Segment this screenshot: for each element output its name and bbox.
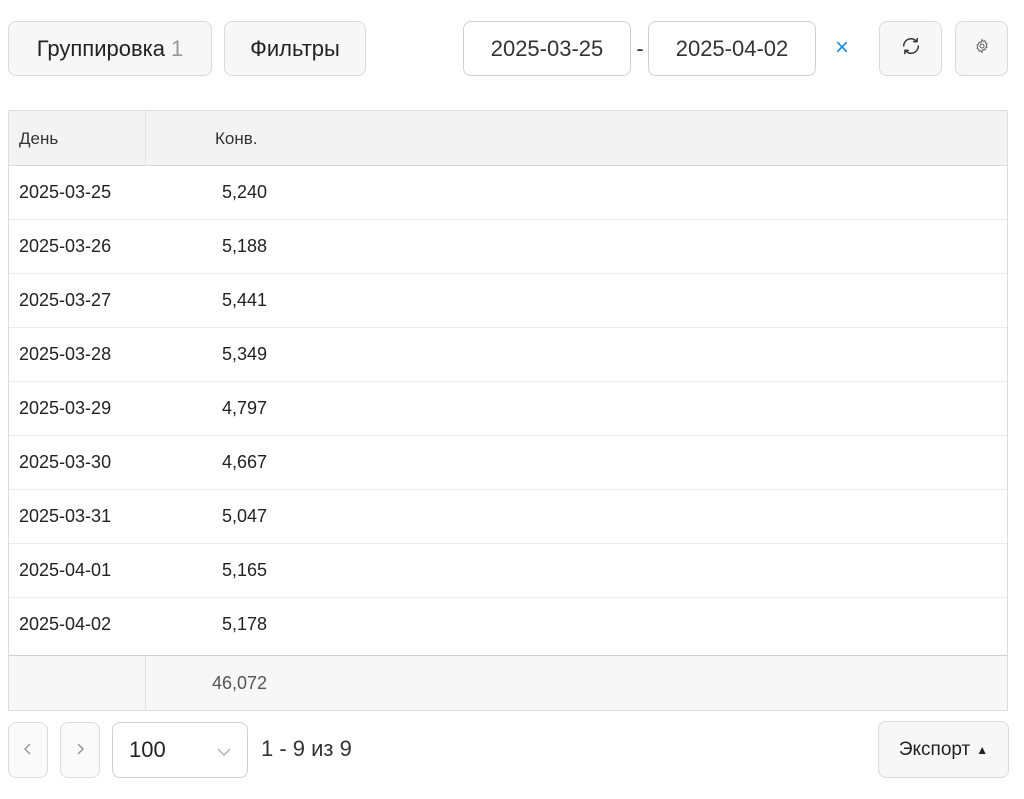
cell-day: 2025-03-31 (19, 506, 112, 526)
chevron-right-icon (75, 740, 85, 761)
cell-conversions: 5,188 (221, 236, 267, 256)
table-header: День Конв. (9, 111, 1007, 166)
export-label: Экспорт (898, 738, 971, 760)
header-divider (145, 111, 146, 166)
cell-day: 2025-03-28 (19, 344, 112, 364)
gear-icon (974, 38, 990, 59)
chevron-down-icon (215, 741, 233, 767)
cell-conversions: 5,441 (221, 290, 267, 310)
table-row: 2025-03-26 5,188 (9, 220, 1007, 274)
table-footer-totals: 46,072 (9, 655, 1007, 711)
export-button[interactable]: Экспорт ▲ (878, 721, 1009, 778)
table-row: 2025-03-25 5,240 (9, 166, 1007, 220)
grouping-button[interactable]: Группировка 1 (8, 21, 212, 76)
clear-dates-button[interactable]: × (829, 34, 855, 62)
date-separator: - (636, 36, 644, 61)
cell-conversions: 4,667 (221, 452, 267, 472)
table-row: 2025-03-28 5,349 (9, 328, 1007, 382)
column-header-conversions[interactable]: Конв. (215, 129, 258, 149)
date-from-input[interactable]: 2025-03-25 (463, 21, 631, 76)
chevron-left-icon (23, 740, 33, 761)
cell-day: 2025-03-29 (19, 398, 112, 418)
cell-conversions: 5,178 (221, 614, 267, 634)
page-size-value: 100 (129, 737, 166, 762)
total-conversions: 46,072 (211, 673, 267, 693)
cell-day: 2025-03-26 (19, 236, 112, 256)
settings-button[interactable] (955, 21, 1008, 76)
footer-divider (145, 656, 146, 711)
data-table: День Конв. 2025-03-25 5,240 2025-03-26 5… (8, 110, 1008, 711)
refresh-button[interactable] (879, 21, 942, 76)
table-row: 2025-03-29 4,797 (9, 382, 1007, 436)
table-row: 2025-03-31 5,047 (9, 490, 1007, 544)
table-row: 2025-03-27 5,441 (9, 274, 1007, 328)
cell-conversions: 5,047 (221, 506, 267, 526)
caret-up-icon: ▲ (976, 742, 989, 757)
cell-conversions: 4,797 (221, 398, 267, 418)
cell-day: 2025-03-25 (19, 182, 112, 202)
cell-day: 2025-04-01 (19, 560, 112, 580)
filters-button[interactable]: Фильтры (224, 21, 366, 76)
cell-day: 2025-04-02 (19, 614, 112, 634)
table-row: 2025-03-30 4,667 (9, 436, 1007, 490)
cell-conversions: 5,240 (221, 182, 267, 202)
refresh-icon (900, 35, 922, 62)
filters-label: Фильтры (250, 35, 340, 61)
table-row: 2025-04-01 5,165 (9, 544, 1007, 598)
cell-day: 2025-03-27 (19, 290, 112, 310)
table-row: 2025-04-02 5,178 (9, 598, 1007, 652)
next-page-button[interactable] (60, 722, 100, 778)
grouping-label: Группировка (36, 35, 166, 61)
grouping-count: 1 (171, 35, 184, 61)
page-size-select[interactable]: 100 (112, 722, 248, 778)
date-to-input[interactable]: 2025-04-02 (648, 21, 816, 76)
column-header-day[interactable]: День (19, 129, 58, 149)
pagination-range: 1 - 9 из 9 (261, 736, 352, 761)
previous-page-button[interactable] (8, 722, 48, 778)
cell-conversions: 5,165 (221, 560, 267, 580)
cell-conversions: 5,349 (221, 344, 267, 364)
cell-day: 2025-03-30 (19, 452, 112, 472)
